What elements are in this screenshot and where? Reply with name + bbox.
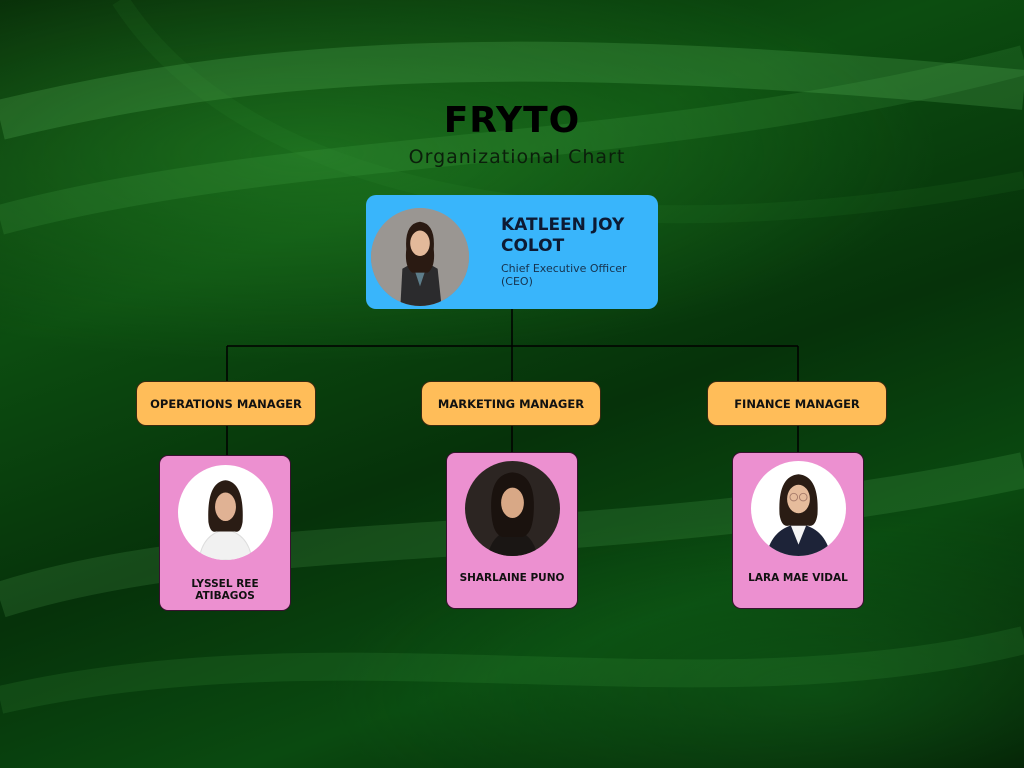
- employee-card-marketing: SHARLAINE PUNO: [446, 452, 578, 609]
- employee-avatar: [178, 465, 273, 560]
- ceo-avatar: [371, 208, 469, 306]
- employee-avatar: [465, 461, 560, 556]
- ceo-role: Chief Executive Officer (CEO): [501, 262, 627, 288]
- employee-avatar: [751, 461, 846, 556]
- employee-name: LARA MAE VIDAL: [748, 572, 848, 584]
- operations-manager-box: OPERATIONS MANAGER: [136, 381, 316, 426]
- finance-manager-box: FINANCE MANAGER: [707, 381, 887, 426]
- employee-name: SHARLAINE PUNO: [459, 572, 565, 584]
- employee-card-operations: LYSSEL REE ATIBAGOS: [159, 455, 291, 611]
- employee-name: LYSSEL REE ATIBAGOS: [191, 578, 259, 602]
- ceo-name: KATLEEN JOY COLOT: [501, 215, 625, 256]
- employee-card-finance: LARA MAE VIDAL: [732, 452, 864, 609]
- ceo-card: KATLEEN JOY COLOT Chief Executive Office…: [366, 195, 658, 309]
- marketing-manager-box: MARKETING MANAGER: [421, 381, 601, 426]
